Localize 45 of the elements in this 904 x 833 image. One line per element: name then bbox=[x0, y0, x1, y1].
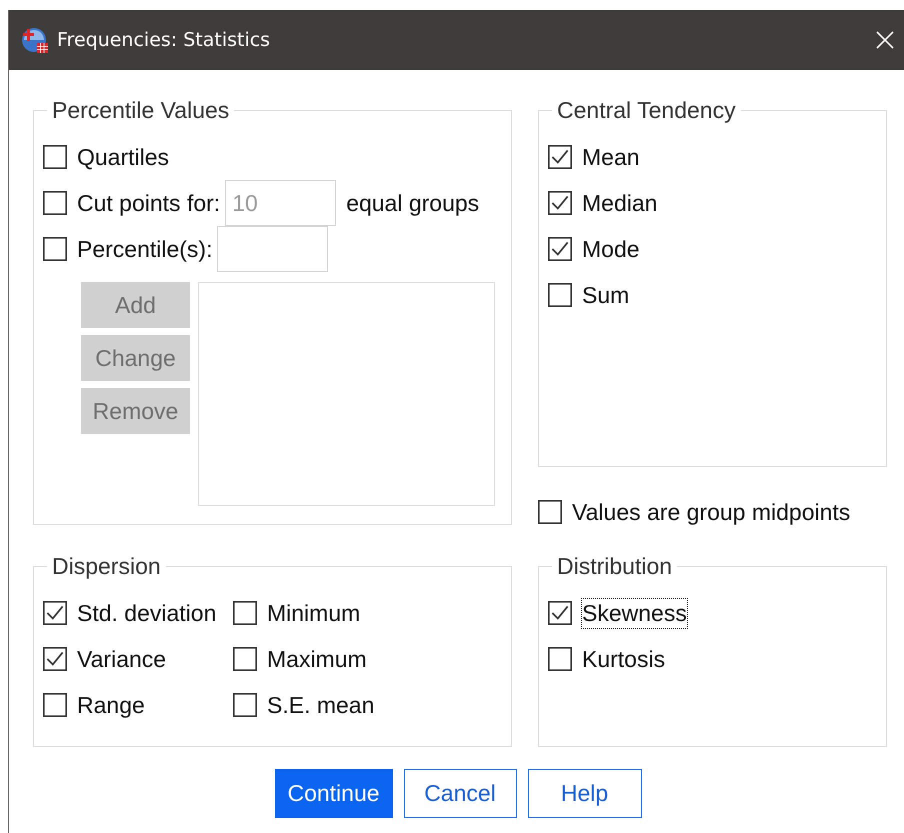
checkbox-label: Mode bbox=[581, 234, 641, 264]
checkbox-label: Skewness bbox=[581, 598, 688, 628]
window-title: Frequencies: Statistics bbox=[57, 29, 272, 51]
checkbox-label: Cut points for: bbox=[76, 188, 222, 218]
checkbox-label: Range bbox=[76, 690, 146, 720]
checkbox[interactable] bbox=[43, 693, 67, 717]
checkbox[interactable] bbox=[548, 283, 572, 307]
checkbox[interactable] bbox=[43, 145, 67, 169]
percentile-list[interactable] bbox=[198, 282, 495, 506]
group-title: Central Tendency bbox=[556, 97, 737, 124]
checkbox[interactable] bbox=[43, 191, 67, 215]
checkbox-label: Kurtosis bbox=[581, 644, 666, 674]
checkbox-label: Std. deviation bbox=[76, 598, 218, 628]
dialog-button[interactable]: Cancel bbox=[404, 769, 516, 818]
app-icon bbox=[21, 26, 49, 54]
field-suffix: equal groups bbox=[346, 190, 480, 216]
group-title: Percentile Values bbox=[51, 97, 230, 124]
text-field[interactable] bbox=[217, 226, 328, 272]
group-title: Dispersion bbox=[51, 553, 162, 580]
checkbox-label: Values are group midpoints bbox=[571, 498, 852, 527]
checkbox-label: Quartiles bbox=[76, 142, 170, 172]
checkbox[interactable] bbox=[233, 693, 257, 717]
checkbox[interactable] bbox=[538, 500, 562, 524]
checkbox[interactable] bbox=[233, 647, 257, 671]
checkbox[interactable] bbox=[548, 647, 572, 671]
close-icon[interactable] bbox=[876, 31, 894, 49]
checkbox[interactable] bbox=[43, 647, 67, 671]
checkbox-label: Variance bbox=[76, 644, 168, 674]
checkbox[interactable] bbox=[548, 237, 572, 261]
checkbox-label: Minimum bbox=[266, 598, 362, 628]
checkbox[interactable] bbox=[43, 601, 67, 625]
checkbox-label: Sum bbox=[581, 280, 630, 310]
group-title: Distribution bbox=[556, 553, 674, 580]
dialog-button[interactable]: Help bbox=[528, 769, 642, 818]
checkbox[interactable] bbox=[548, 191, 572, 215]
checkbox[interactable] bbox=[43, 237, 67, 261]
dialog-button[interactable]: Continue bbox=[274, 769, 392, 818]
checkbox-label: S.E. mean bbox=[266, 690, 376, 720]
checkbox-label: Median bbox=[581, 188, 658, 218]
checkbox[interactable] bbox=[548, 145, 572, 169]
checkbox[interactable] bbox=[233, 601, 257, 625]
checkbox[interactable] bbox=[548, 601, 572, 625]
checkbox-label: Maximum bbox=[266, 644, 368, 674]
checkbox-label: Percentile(s): bbox=[76, 234, 214, 264]
checkbox-label: Mean bbox=[581, 142, 641, 172]
